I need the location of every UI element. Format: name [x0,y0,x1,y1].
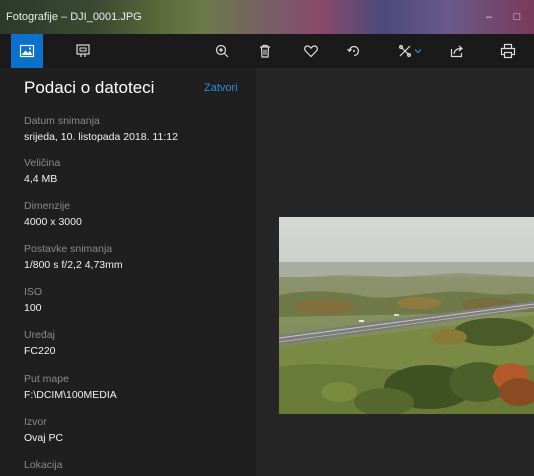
window-title: Fotografije – DJI_0001.JPG [6,11,142,23]
image-icon [19,44,35,58]
info-field-folder-path: Put mape F:\DCIM\100MEDIA [24,372,117,402]
slideshow-button[interactable] [68,34,98,68]
delete-button[interactable] [252,34,278,68]
aerial-photo[interactable] [279,217,534,414]
favorite-button[interactable] [297,34,325,68]
landscape-image [279,217,534,414]
field-label: Postavke snimanja [24,243,113,255]
field-value[interactable]: F:\DCIM\100MEDIA [24,388,117,402]
field-label: Uređaj [24,329,55,341]
field-label: Dimenzije [24,200,71,212]
field-label: Put mape [24,373,69,385]
chevron-down-icon [414,49,421,54]
field-value: Ovaj PC [24,432,64,444]
info-field-capture-settings: Postavke snimanja 1/800 s f/2,2 4,73mm [24,242,123,272]
minimize-button[interactable]: – [478,0,500,34]
file-info-panel: Podaci o datoteci Zatvori Datum snimanja… [0,68,256,476]
info-field-location: Lokacija [24,458,63,474]
close-panel-link[interactable]: Zatvori [204,82,238,94]
view-image-button[interactable] [11,34,43,68]
share-button[interactable] [443,34,471,68]
heart-icon [304,45,318,58]
info-field-device: Uređaj FC220 [24,328,56,358]
info-field-iso: ISO 100 [24,285,42,315]
maximize-button[interactable]: □ [506,0,528,34]
field-label: ISO [24,286,43,298]
zoom-in-icon [215,44,229,58]
info-field-dimensions: Dimenzije 4000 x 3000 [24,199,82,229]
field-label: Lokacija [24,459,63,471]
info-field-source: Izvor Ovaj PC [24,415,63,445]
field-label: Veličina [24,157,61,169]
trash-icon [260,44,270,58]
print-icon [500,43,516,59]
field-value: 4,4 MB [24,173,58,185]
title-bar: Fotografije – DJI_0001.JPG – □ [0,0,534,34]
panel-title: Podaci o datoteci [24,78,155,97]
rotate-button[interactable] [340,34,368,68]
field-value: 4000 x 3000 [24,216,82,228]
field-value: FC220 [24,345,56,357]
edit-button[interactable] [390,34,428,68]
zoom-button[interactable] [208,34,236,68]
field-value: 1/800 s f/2,2 4,73mm [24,259,123,271]
info-field-size: Veličina 4,4 MB [24,156,60,186]
field-label: Izvor [24,416,47,428]
field-label: Datum snimanja [24,115,100,127]
edit-tools-icon [398,45,411,57]
print-button[interactable] [494,34,522,68]
info-field-date: Datum snimanja srijeda, 10. listopada 20… [24,114,178,144]
slideshow-icon [76,44,90,57]
field-value: 100 [24,302,42,314]
share-icon [450,45,463,58]
field-value: srijeda, 10. listopada 2018. 11:12 [24,131,178,143]
rotate-icon [347,45,360,57]
toolbar [0,34,534,68]
